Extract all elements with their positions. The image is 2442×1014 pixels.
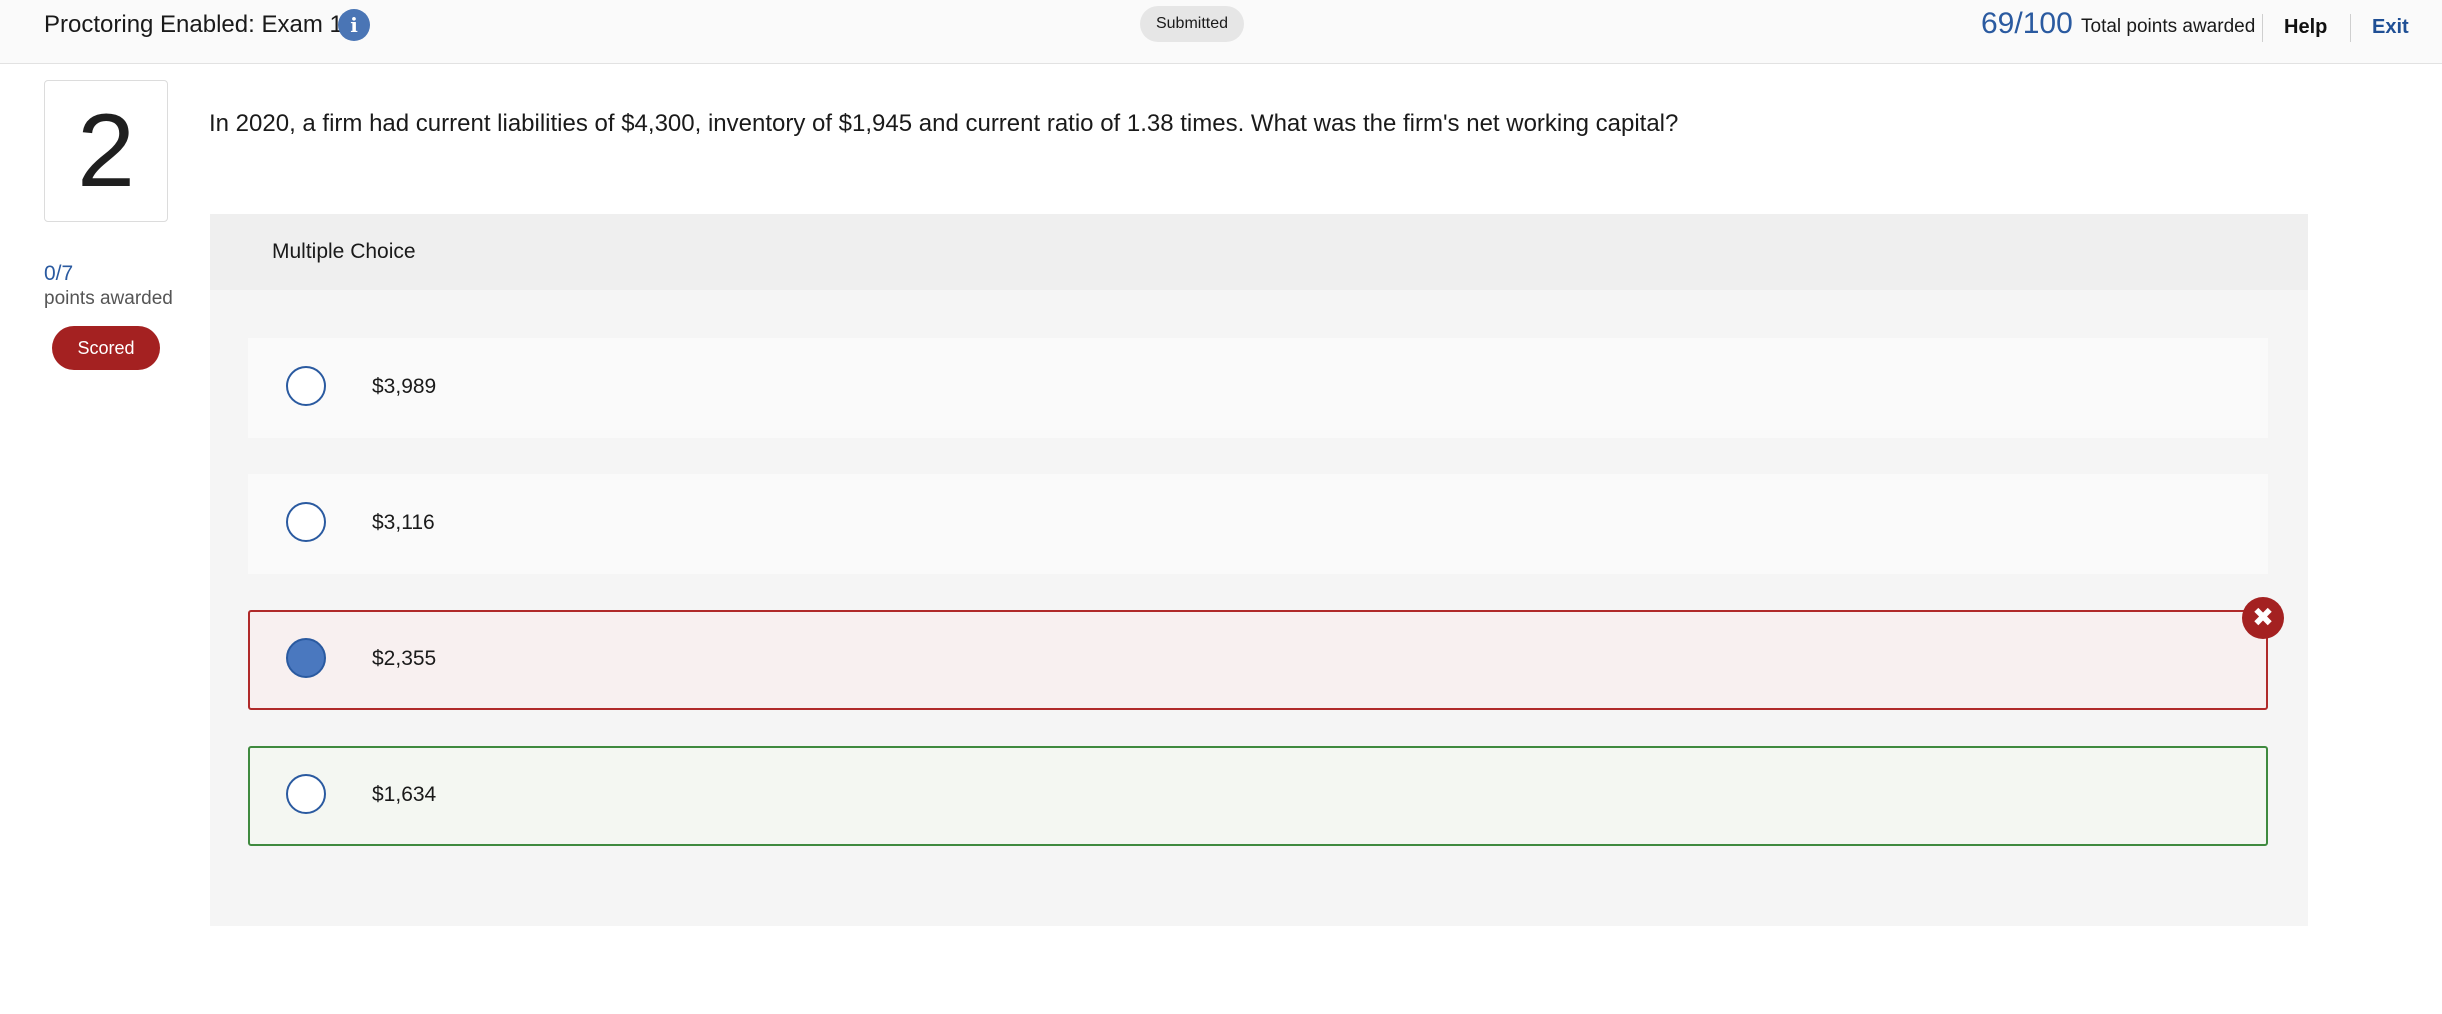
answer-option-correct[interactable]: $1,634 (248, 746, 2268, 846)
exam-title: Proctoring Enabled: Exam 1 (44, 11, 343, 38)
scored-badge: Scored (52, 326, 160, 370)
radio-button[interactable] (286, 774, 326, 814)
total-score-label: Total points awarded (2081, 16, 2256, 37)
answer-option[interactable]: $3,989 (248, 338, 2268, 438)
total-score: 69/100 (1981, 7, 2073, 40)
question-number: 2 (44, 80, 168, 222)
info-icon[interactable]: i (338, 9, 370, 41)
divider (2262, 14, 2263, 42)
status-badge: Submitted (1140, 6, 1244, 42)
close-icon: ✖ (2242, 597, 2284, 639)
help-link[interactable]: Help (2284, 15, 2327, 39)
divider (2350, 14, 2351, 42)
answer-option-incorrect[interactable]: $2,355 (248, 610, 2268, 710)
radio-button-selected[interactable] (286, 638, 326, 678)
answer-panel: Multiple Choice $3,989 $3,116 $2,355 $1,… (210, 214, 2308, 926)
answer-option-label: $2,355 (372, 647, 437, 670)
question-points-label: points awarded (44, 288, 173, 309)
top-bar: Proctoring Enabled: Exam 1 i Submitted 6… (0, 0, 2442, 64)
answer-option-label: $1,634 (372, 783, 437, 806)
answer-panel-header: Multiple Choice (210, 214, 2308, 290)
answer-option-label: $3,989 (372, 375, 437, 398)
exit-link[interactable]: Exit (2372, 15, 2409, 39)
question-prompt: In 2020, a firm had current liabilities … (209, 110, 1679, 137)
radio-button[interactable] (286, 366, 326, 406)
question-type-label: Multiple Choice (272, 240, 416, 263)
answer-option[interactable]: $3,116 (248, 474, 2268, 574)
question-points-value: 0/7 (44, 262, 74, 285)
radio-button[interactable] (286, 502, 326, 542)
answer-option-label: $3,116 (372, 511, 435, 534)
